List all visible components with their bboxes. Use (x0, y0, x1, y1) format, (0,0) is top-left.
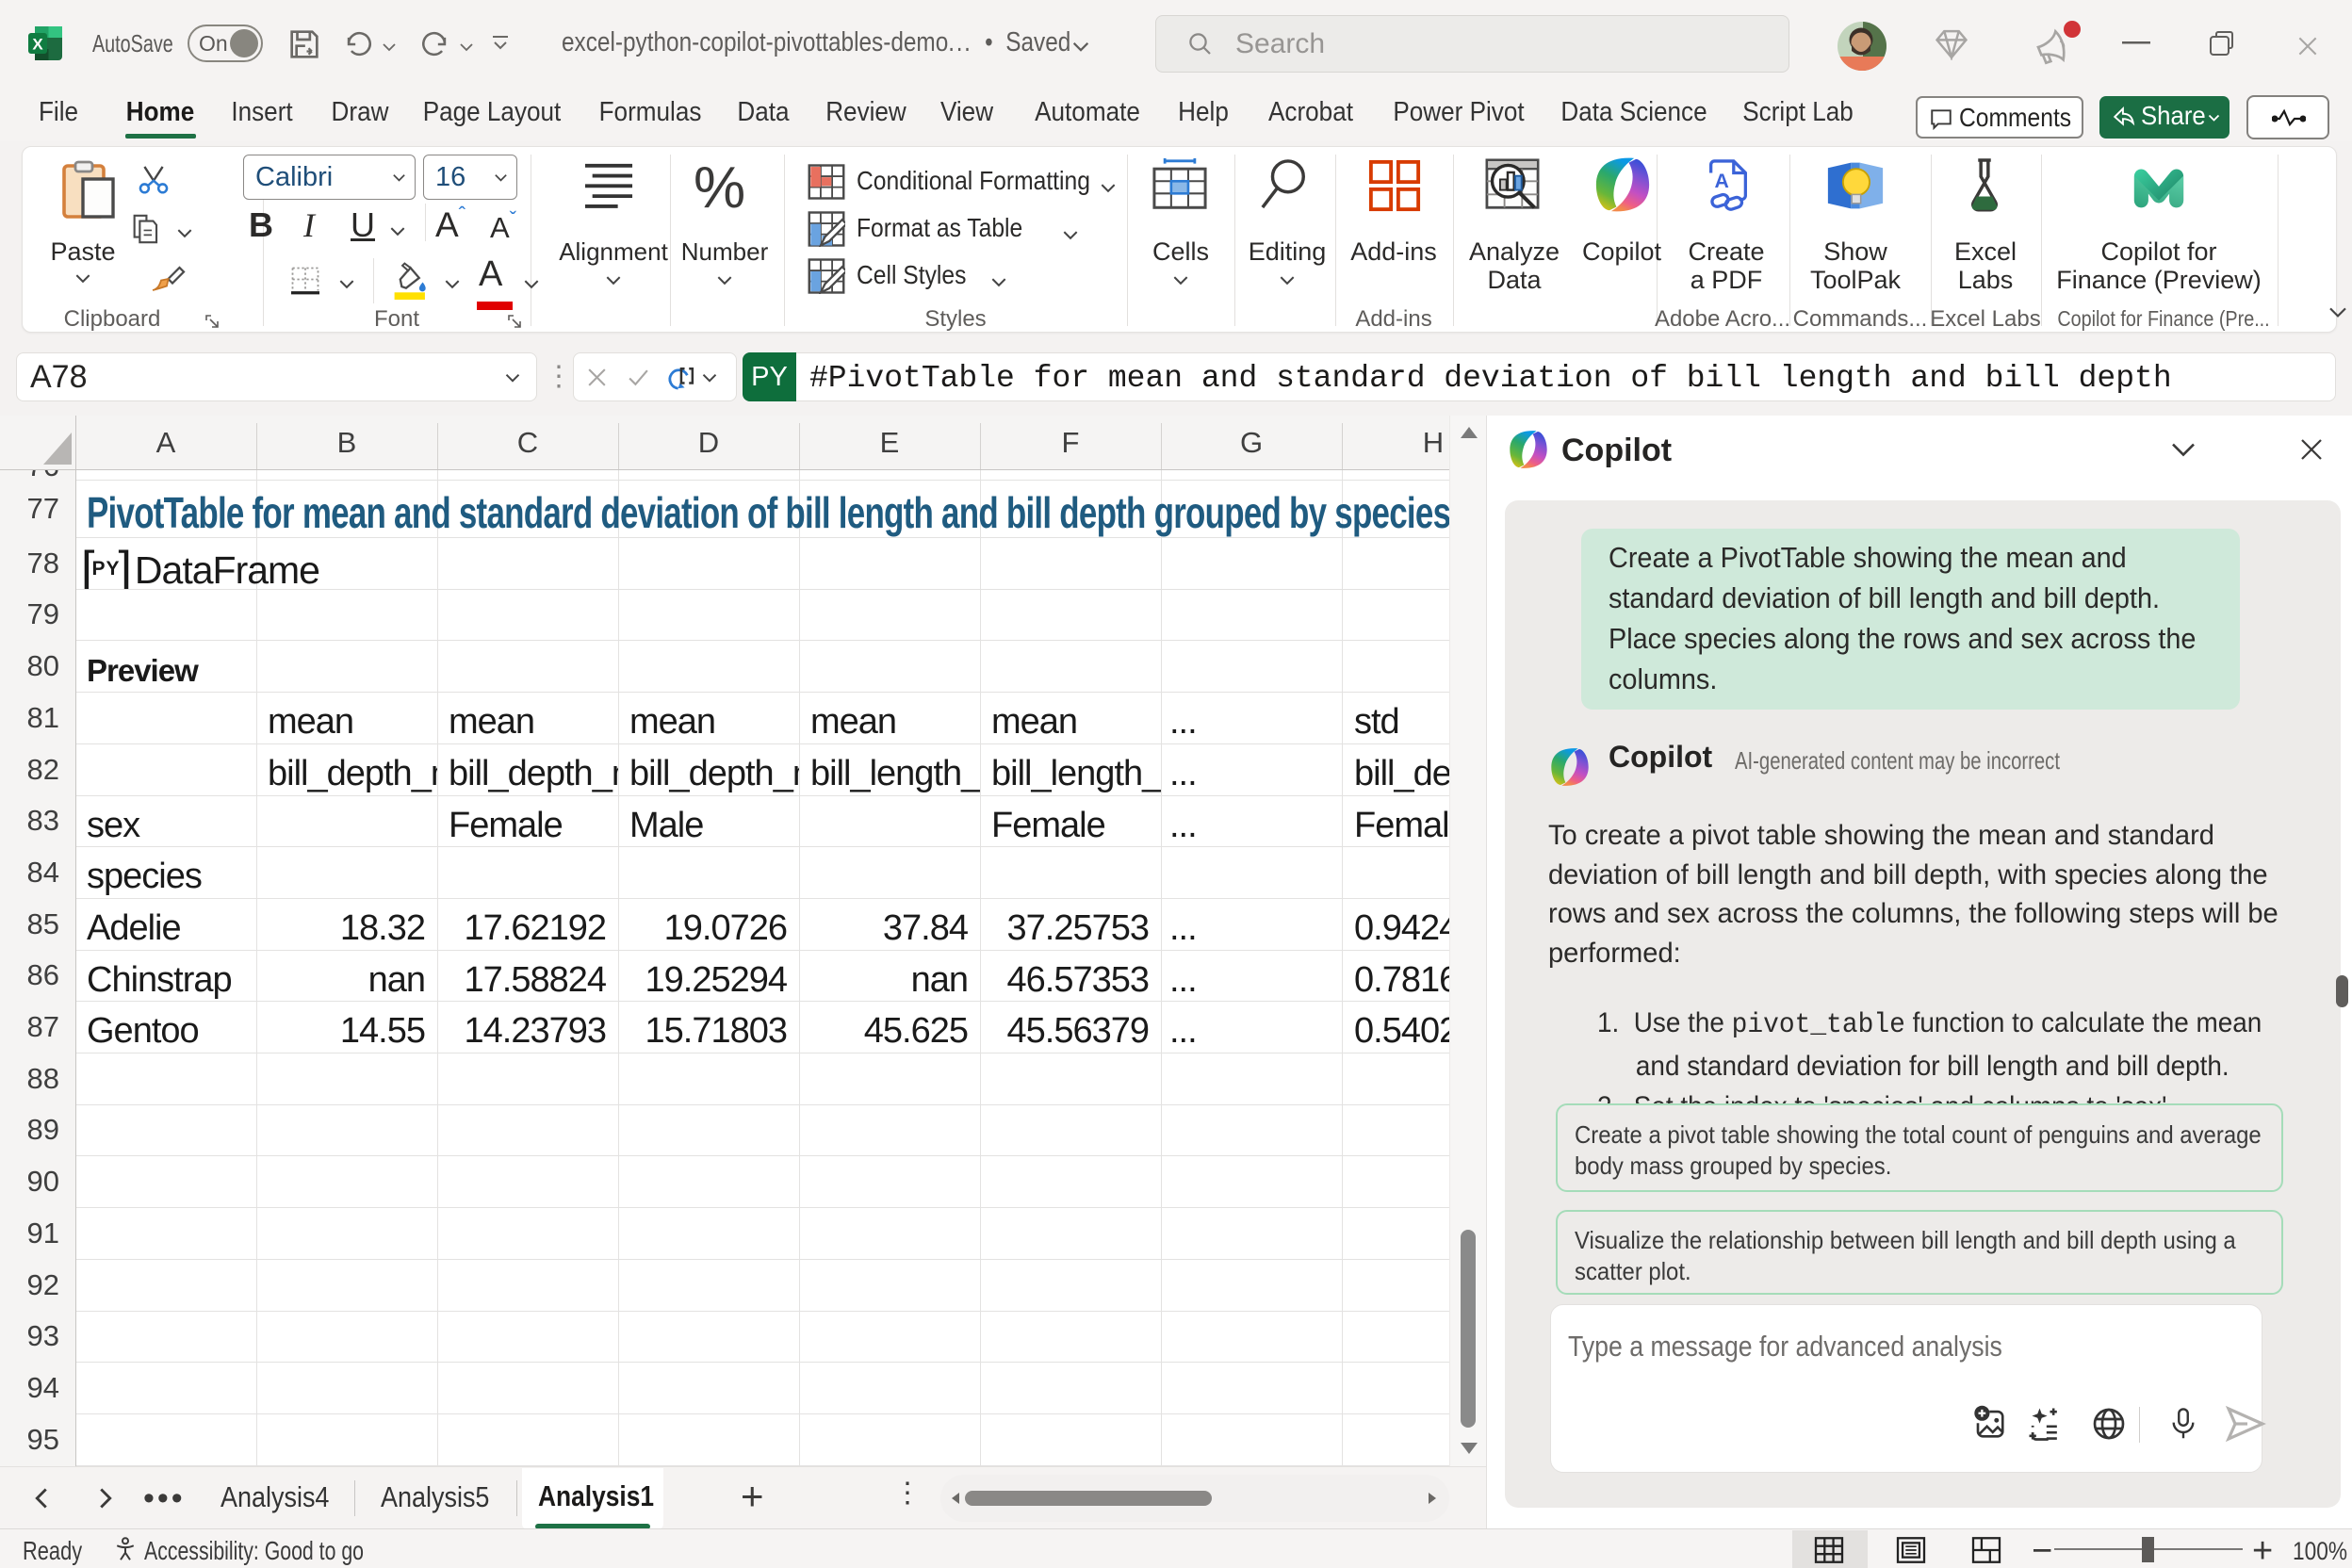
svg-text:X: X (32, 36, 43, 54)
svg-text:A: A (1715, 170, 1729, 192)
